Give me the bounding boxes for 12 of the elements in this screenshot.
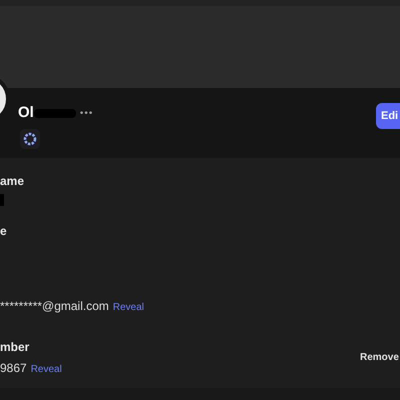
field-label: ame (0, 174, 26, 188)
remove-button[interactable]: Remove (360, 350, 399, 365)
field-value: *********@gmail.com (0, 298, 109, 315)
field-label: e (0, 224, 8, 238)
badge-icon (20, 129, 40, 149)
reveal-link[interactable]: Reveal (30, 362, 62, 377)
field-label: mber (0, 340, 30, 354)
field-value: 9867 (0, 360, 27, 377)
edit-profile-button[interactable]: Edi (376, 103, 400, 129)
reveal-link[interactable]: Reveal (112, 300, 144, 315)
username: Ol (18, 103, 34, 123)
more-options[interactable]: ••• (80, 106, 94, 121)
